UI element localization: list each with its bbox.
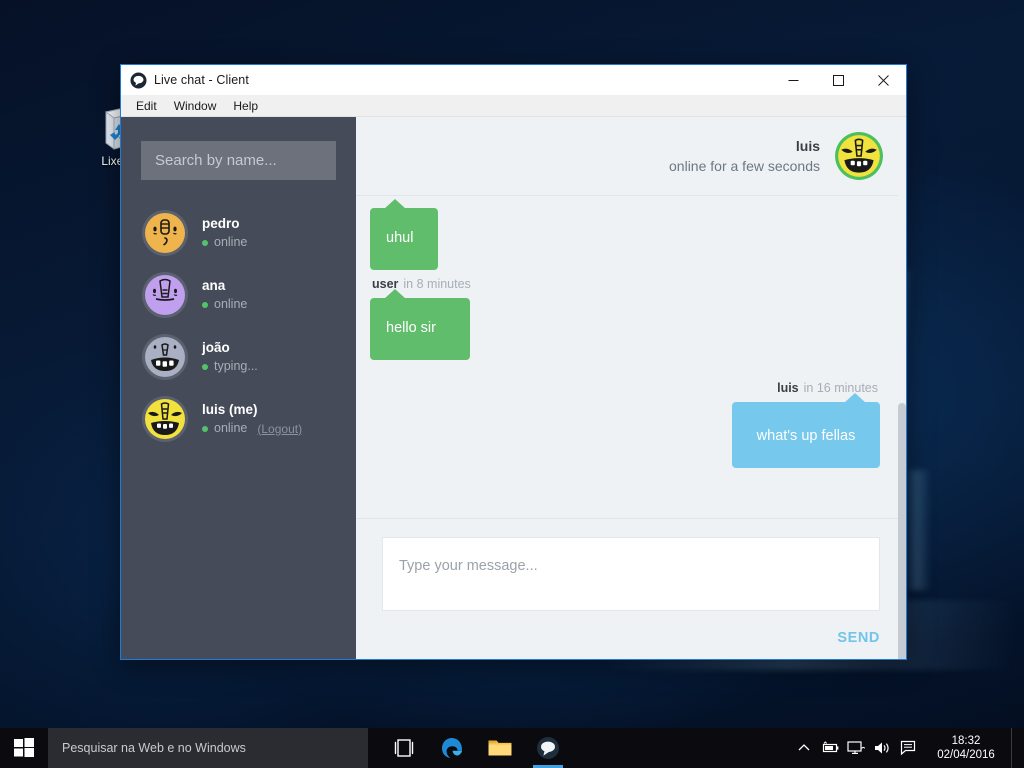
minimize-button[interactable]	[771, 65, 816, 95]
start-button[interactable]	[0, 728, 48, 768]
contact-name: ana	[202, 278, 226, 293]
app-body: pedro online	[121, 117, 906, 659]
window-controls	[771, 65, 906, 95]
contact-status: online	[214, 297, 248, 311]
clock-time: 18:32	[951, 735, 981, 747]
message-bubble: what's up fellas	[732, 393, 880, 468]
chat-bubble-icon	[130, 72, 147, 89]
chat-scrollbar-thumb[interactable]	[898, 403, 906, 659]
contact-item-pedro[interactable]: pedro online	[121, 202, 356, 264]
contact-status: online	[214, 235, 248, 249]
close-button[interactable]	[861, 65, 906, 95]
clock-date: 02/04/2016	[937, 749, 995, 761]
task-view-icon	[394, 739, 414, 757]
contact-item-luis[interactable]: luis (me) online (Logout)	[121, 388, 356, 450]
contact-item-joao[interactable]: joão typing...	[121, 326, 356, 388]
contact-list: pedro online ana online joão typing... l…	[121, 202, 356, 450]
show-desktop-button[interactable]	[1011, 728, 1020, 768]
maximize-button[interactable]	[816, 65, 861, 95]
taskbar-search-placeholder: Pesquisar na Web e no Windows	[62, 741, 246, 755]
search-box[interactable]	[141, 141, 379, 180]
status-dot	[202, 239, 208, 246]
desktop[interactable]: Lixeira Live chat - Client Edit Window H…	[0, 0, 1024, 768]
avatar	[141, 209, 189, 257]
chat-header: luis online for a few seconds	[356, 117, 906, 196]
taskbar-search-box[interactable]: Pesquisar na Web e no Windows	[48, 728, 368, 768]
volume-tray-icon[interactable]	[869, 728, 895, 768]
chevron-up-icon	[798, 744, 810, 751]
contact-name: joão	[202, 340, 230, 355]
message-row: uhul	[370, 199, 880, 270]
window-title-bar[interactable]: Live chat - Client	[121, 65, 906, 95]
chat-header-avatar	[834, 131, 884, 181]
contact-status: online	[214, 421, 248, 435]
taskbar-app-task-view[interactable]	[380, 728, 428, 768]
message-row: user in 8 minutes hello sir	[370, 270, 880, 360]
chat-scrollbar[interactable]	[898, 195, 906, 659]
speaker-icon	[875, 742, 889, 754]
windows-start-icon	[14, 738, 34, 757]
status-dot	[202, 425, 208, 432]
contact-name: luis (me)	[202, 402, 258, 417]
battery-icon	[822, 741, 839, 753]
window-title: Live chat - Client	[154, 73, 249, 87]
show-hidden-icons-button[interactable]	[791, 728, 817, 768]
chat-header-name: luis	[795, 138, 820, 154]
action-center-icon	[900, 740, 916, 756]
logout-link[interactable]: (Logout)	[257, 422, 302, 436]
message-time: in 16 minutes	[803, 381, 878, 395]
taskbar: Pesquisar na Web e no Windows 18:32 02/0…	[0, 728, 1024, 768]
taskbar-app-edge[interactable]	[428, 728, 476, 768]
contact-name: pedro	[202, 216, 240, 231]
message-input[interactable]	[382, 537, 880, 611]
menu-item-edit[interactable]: Edit	[128, 97, 165, 115]
wallpaper-glow	[905, 470, 931, 590]
system-tray: 18:32 02/04/2016	[791, 728, 1024, 768]
menu-bar: Edit Window Help	[121, 95, 906, 117]
message-time: in 8 minutes	[403, 277, 471, 291]
taskbar-app-file-explorer[interactable]	[476, 728, 524, 768]
contact-status: typing...	[214, 359, 258, 373]
status-dot	[202, 363, 208, 370]
taskbar-app-live-chat[interactable]	[524, 728, 572, 768]
battery-tray-icon[interactable]	[817, 728, 843, 768]
taskbar-apps	[380, 728, 572, 768]
avatar	[141, 271, 189, 319]
file-explorer-icon	[488, 740, 512, 756]
clock[interactable]: 18:32 02/04/2016	[921, 728, 1011, 768]
contacts-sidebar: pedro online	[121, 117, 379, 659]
message-composer: SEND	[356, 518, 906, 659]
menu-item-help[interactable]: Help	[225, 97, 266, 115]
network-tray-icon[interactable]	[843, 728, 869, 768]
send-button[interactable]: SEND	[837, 630, 880, 646]
network-monitor-icon	[847, 741, 865, 754]
avatar	[141, 333, 189, 381]
chat-header-status: online for a few seconds	[669, 158, 820, 174]
search-input[interactable]	[153, 151, 356, 170]
avatar	[141, 395, 189, 443]
send-row: SEND	[382, 616, 880, 646]
message-list: uhul user in 8 minutes hello sir luis in 1…	[356, 196, 906, 518]
chat-bubble-icon	[537, 737, 559, 759]
message-bubble: hello sir	[370, 289, 470, 360]
message-row: luis in 16 minutes what's up fellas	[370, 374, 880, 468]
message-author: luis	[777, 381, 799, 395]
message-bubble: uhul	[370, 199, 438, 270]
chat-panel: luis online for a few seconds uhul user …	[356, 117, 906, 659]
contact-item-ana[interactable]: ana online	[121, 264, 356, 326]
action-center-button[interactable]	[895, 728, 921, 768]
status-dot	[202, 301, 208, 308]
live-chat-window[interactable]: Live chat - Client Edit Window Help Sear…	[120, 64, 907, 660]
edge-browser-icon	[442, 738, 462, 758]
menu-item-window[interactable]: Window	[166, 97, 225, 115]
